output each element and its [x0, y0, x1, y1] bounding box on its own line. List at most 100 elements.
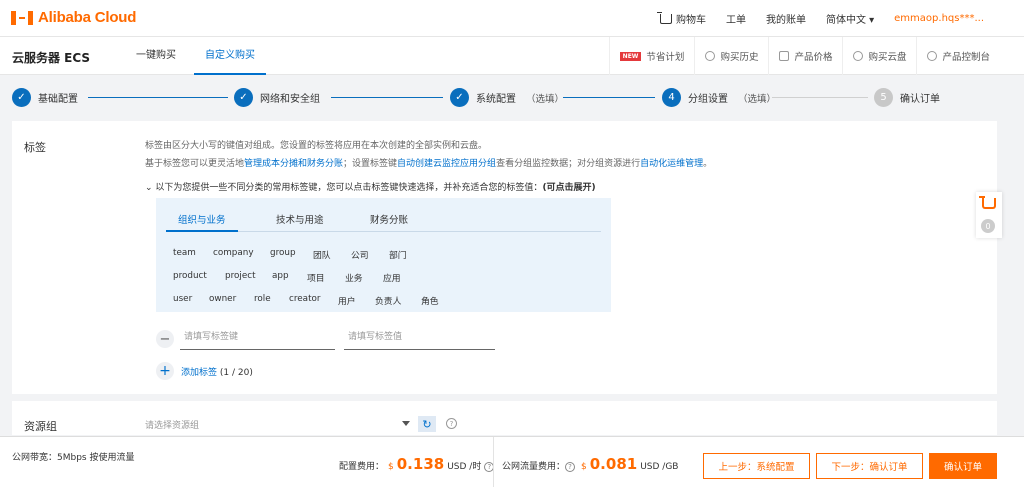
clock-icon [705, 51, 716, 61]
logo-icon [11, 10, 33, 25]
add-tag-icon[interactable]: + [156, 362, 174, 380]
cloudmonitor-group-link[interactable]: 自动创建云监控应用分组 [397, 159, 496, 169]
tag-key-option[interactable]: group [270, 248, 296, 258]
currency-symbol: $ [388, 462, 394, 472]
config-fee-unit: USD /时 [447, 462, 482, 472]
disk-icon [853, 51, 864, 61]
desc-text: ；设置标签键 [343, 159, 398, 169]
product-console-link[interactable]: 产品控制台 [916, 37, 1024, 75]
confirm-order-button[interactable]: 确认订单 [929, 453, 997, 479]
tag-key-option[interactable]: owner [209, 294, 236, 304]
tab-tech-usage[interactable]: 技术与用途 [276, 212, 324, 232]
currency-symbol: $ [581, 462, 587, 472]
cart-link[interactable]: 购物车 [656, 11, 706, 26]
tag-key-option[interactable]: role [254, 294, 271, 304]
tag-count: (1 / 20) [219, 368, 253, 378]
tag-key-option[interactable]: 部门 [389, 248, 407, 261]
saving-plan-link[interactable]: NEW 节省计划 [608, 37, 695, 75]
footer-divider [493, 437, 494, 487]
automation-ops-link[interactable]: 自动化运维管理 [640, 159, 703, 169]
check-icon: ✓ [234, 88, 253, 107]
language-select[interactable]: 简体中文 ▾ [826, 11, 874, 26]
step-system-config[interactable]: ✓ 系统配置 （选填） [450, 88, 564, 107]
tag-key-option[interactable]: company [213, 248, 254, 258]
tab-custom-buy[interactable]: 自定义购买 [194, 37, 266, 75]
tag-key-option[interactable]: 应用 [383, 271, 401, 284]
product-price-link[interactable]: 产品价格 [768, 37, 842, 75]
cart-icon [979, 196, 996, 209]
tag-key-option[interactable]: project [225, 271, 256, 281]
product-header: 云服务器 ECS 一键购买 自定义购买 NEW 节省计划 购买历史 产品价格 购… [0, 37, 1024, 75]
saving-plan-label: 节省计划 [646, 52, 685, 63]
caret-down-icon[interactable] [402, 421, 410, 426]
tag-key-option[interactable]: creator [289, 294, 321, 304]
step-network-security[interactable]: ✓ 网络和安全组 [234, 88, 320, 107]
chevron-down-icon: ⌄ [145, 183, 153, 193]
check-icon: ✓ [450, 88, 469, 107]
remove-tag-button[interactable]: − [156, 330, 174, 348]
product-console-label: 产品控制台 [942, 52, 990, 63]
top-navbar: Alibaba Cloud 购物车 工单 我的账单 简体中文 ▾ emmaop.… [0, 0, 1024, 37]
step-label: 网络和安全组 [260, 94, 320, 105]
refresh-icon[interactable]: ↻ [418, 416, 436, 432]
desc-text: 基于标签您可以更灵活地 [145, 159, 245, 169]
step-basic-config[interactable]: ✓ 基础配置 [12, 88, 78, 107]
tab-finance[interactable]: 财务分账 [370, 212, 408, 232]
next-step-button[interactable]: 下一步：确认订单 [816, 453, 923, 479]
cost-allocation-link[interactable]: 管理成本分摊和财务分账 [244, 159, 343, 169]
traffic-fee-value: 0.081 [589, 455, 638, 473]
resource-group-select[interactable]: 请选择资源组 [145, 418, 410, 431]
tab-org-business[interactable]: 组织与业务 [166, 212, 238, 232]
tags-description-links: 基于标签您可以更灵活地管理成本分摊和财务分账；设置标签键自动创建云监控应用分组查… [145, 156, 712, 169]
purchase-history-link[interactable]: 购买历史 [694, 37, 768, 75]
traffic-fee-label: 公网流量费用： [502, 462, 566, 472]
add-tag-label: 添加标签 [181, 368, 218, 378]
tag-key-option[interactable]: product [173, 271, 207, 281]
tag-key-option[interactable]: 团队 [313, 248, 331, 261]
step-connector [772, 97, 868, 98]
tag-key-option[interactable]: 角色 [421, 294, 439, 307]
step-number: 5 [874, 88, 893, 107]
step-label: 确认订单 [900, 94, 940, 105]
tag-key-option[interactable]: 负责人 [375, 294, 401, 307]
alibaba-cloud-logo[interactable]: Alibaba Cloud [11, 9, 136, 26]
tag-key-option[interactable]: 公司 [351, 248, 369, 261]
step-optional-label: （选填） [526, 93, 565, 105]
traffic-fee-unit: USD /GB [640, 462, 679, 472]
step-label: 分组设置 [688, 94, 728, 105]
purchase-steps: ✓ 基础配置 ✓ 网络和安全组 ✓ 系统配置 （选填） 4 分组设置 （选填） … [0, 76, 1024, 120]
config-fee-label: 配置费用： [339, 462, 385, 472]
expand-hint: (可点击展开) [542, 183, 596, 193]
new-badge: NEW [619, 51, 642, 61]
tag-key-option[interactable]: 用户 [338, 294, 356, 307]
cart-label: 购物车 [675, 15, 706, 26]
ticket-link[interactable]: 工单 [726, 11, 746, 26]
buy-disk-link[interactable]: 购买云盘 [842, 37, 916, 75]
tag-key-input[interactable]: 请填写标签键 [180, 327, 335, 350]
buy-disk-label: 购买云盘 [868, 52, 907, 63]
tag-key-option[interactable]: team [173, 248, 196, 258]
tag-key-option[interactable]: 项目 [307, 271, 325, 284]
bill-link[interactable]: 我的账单 [766, 11, 806, 26]
user-account-link[interactable]: emmaop.hqs***... [894, 13, 984, 24]
tag-suggestions-panel: 组织与业务 技术与用途 财务分账 team company group 团队 公… [156, 198, 611, 312]
step-label: 基础配置 [38, 94, 78, 105]
tag-key-option[interactable]: app [272, 271, 289, 281]
step-label: 系统配置 [476, 94, 516, 105]
floating-cart[interactable]: 0 [976, 192, 1002, 238]
check-icon: ✓ [12, 88, 31, 107]
help-icon[interactable]: ? [565, 462, 576, 472]
add-tag-button[interactable]: 添加标签 (1 / 20) [181, 365, 253, 378]
step-number: 4 [662, 88, 681, 107]
help-icon[interactable]: ? [446, 418, 457, 429]
expand-text: 以下为您提供一些不同分类的常用标签键，您可以点击标签键快速选择，并补充适合您的标… [155, 183, 543, 193]
config-fee: 配置费用： $ 0.138 USD /时 ? [339, 455, 495, 473]
tag-key-option[interactable]: 业务 [345, 271, 363, 284]
bandwidth-summary: 公网带宽：5Mbps 按使用流量 [12, 453, 135, 463]
tag-key-option[interactable]: user [173, 294, 192, 304]
prev-step-button[interactable]: 上一步：系统配置 [703, 453, 810, 479]
config-fee-value: 0.138 [396, 455, 445, 473]
tag-value-input[interactable]: 请填写标签值 [344, 327, 495, 350]
tag-suggestions-toggle[interactable]: ⌄ 以下为您提供一些不同分类的常用标签键，您可以点击标签键快速选择，并补充适合您… [145, 180, 596, 193]
tab-quick-buy[interactable]: 一键购买 [136, 37, 176, 75]
